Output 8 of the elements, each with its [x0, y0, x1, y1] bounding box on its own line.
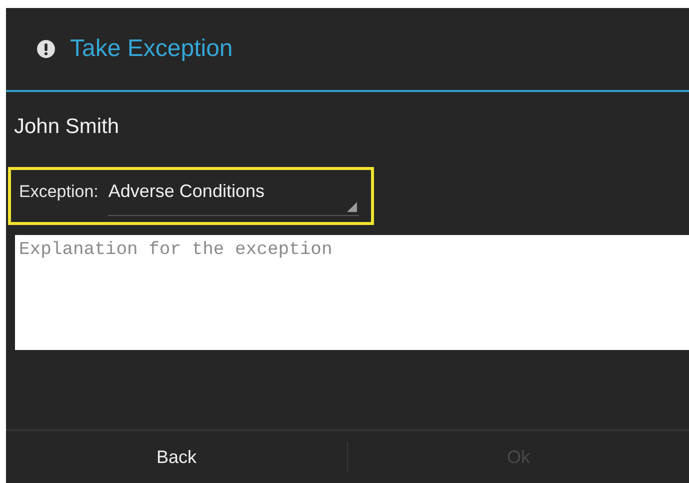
person-name: John Smith [13, 114, 120, 140]
dropdown-corner-icon [347, 202, 357, 212]
alert-icon [36, 39, 56, 59]
exception-label: Exception: [19, 181, 98, 202]
dialog-button[interactable]: Back [6, 431, 347, 483]
dialog-title: Take Exception [70, 35, 233, 63]
explanation-field[interactable]: Explanation for the exception [15, 235, 689, 350]
exception-dropdown[interactable]: Adverse Conditions [108, 178, 359, 216]
